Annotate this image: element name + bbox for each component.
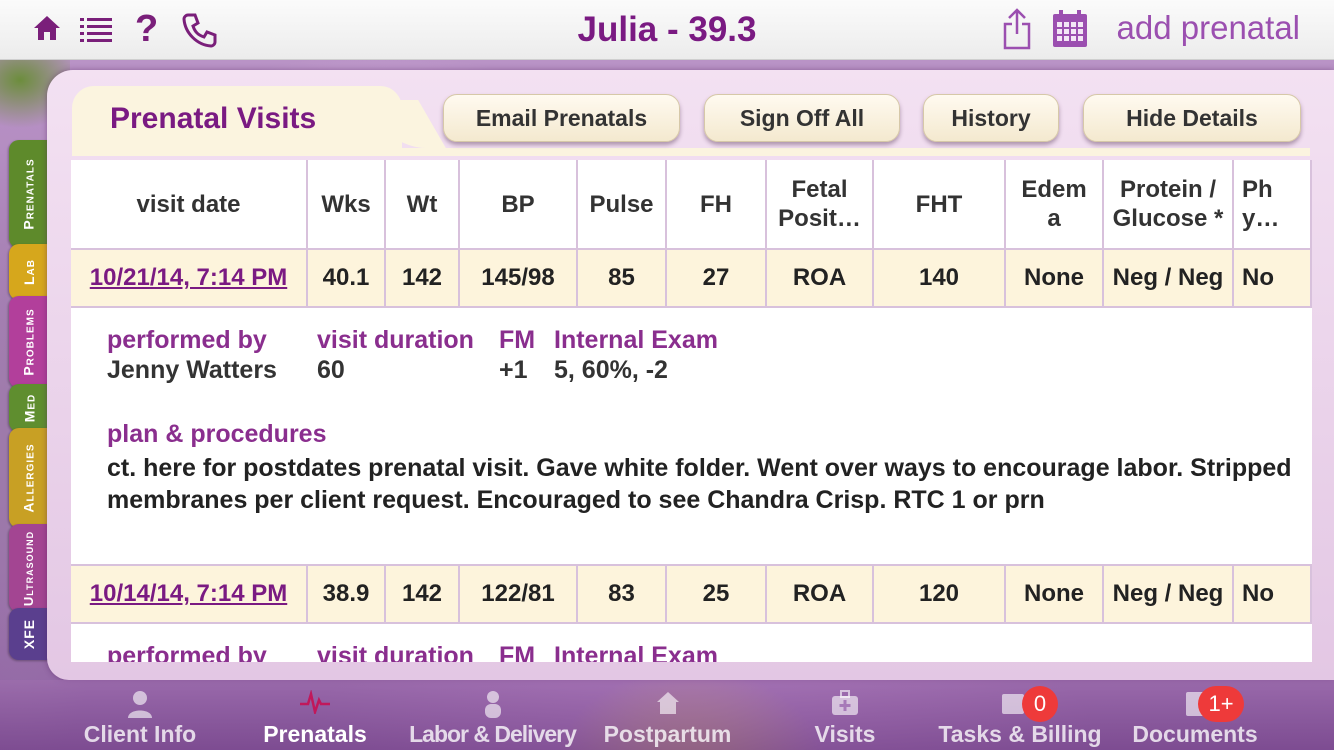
cell-fht: 120 xyxy=(874,566,1006,624)
internal-exam-label: Internal Exam xyxy=(554,642,718,662)
performed-by-label: performed by xyxy=(107,326,267,354)
performed-by-label: performed by xyxy=(107,642,267,662)
table-row[interactable]: 10/14/14, 7:14 PM 38.9 142 122/81 83 25 … xyxy=(71,566,1312,624)
cell-protein-glucose: Neg / Neg xyxy=(1104,250,1234,308)
tab-client-info[interactable]: Client Info xyxy=(70,680,210,750)
side-tab-med[interactable]: Med xyxy=(9,384,49,432)
tab-labor-delivery[interactable]: Labor & Delivery xyxy=(409,680,577,750)
cell-fh: 27 xyxy=(667,250,767,308)
side-tab-allergies[interactable]: Allergies xyxy=(9,428,49,528)
cell-pulse: 85 xyxy=(578,250,667,308)
column-header-wt[interactable]: Wt xyxy=(386,160,460,250)
visit-date-link[interactable]: 10/14/14, 7:14 PM xyxy=(71,566,308,624)
person-icon xyxy=(126,690,154,723)
house-icon xyxy=(655,690,681,721)
side-tab-prenatals[interactable]: Prenatals xyxy=(9,140,49,248)
tasks-count-badge: 0 xyxy=(1022,686,1058,722)
internal-exam-value: 5, 60%, -2 xyxy=(554,356,668,384)
documents-count-badge: 1+ xyxy=(1198,686,1244,722)
visit-duration-value: 60 xyxy=(317,356,345,384)
table-row[interactable]: 10/21/14, 7:14 PM 40.1 142 145/98 85 27 … xyxy=(71,250,1312,308)
visits-table[interactable]: visit date Wks Wt BP Pulse FH Fetal Posi… xyxy=(71,160,1312,662)
tab-tasks-billing[interactable]: Tasks & Billing xyxy=(938,680,1102,750)
column-header-protein-glucose[interactable]: Protein / Glucose * xyxy=(1104,160,1234,250)
column-header-fh[interactable]: FH xyxy=(667,160,767,250)
medical-kit-icon xyxy=(831,690,859,721)
cell-physical: No xyxy=(1234,566,1312,624)
visit-duration-label: visit duration xyxy=(317,326,474,354)
baby-icon xyxy=(480,690,506,723)
cell-wks: 40.1 xyxy=(308,250,386,308)
fm-value: +1 xyxy=(499,356,528,384)
tab-visits[interactable]: Visits xyxy=(790,680,900,750)
fm-label: FM xyxy=(499,326,536,354)
hide-details-button[interactable]: Hide Details xyxy=(1083,94,1301,142)
fm-label: FM xyxy=(499,642,536,662)
cell-wt: 142 xyxy=(386,250,460,308)
side-tab-xfe[interactable]: XFE xyxy=(9,608,49,660)
visit-detail: performed by Jenny Watters visit duratio… xyxy=(71,308,1312,566)
performed-by-value: Jenny Watters xyxy=(107,356,277,384)
top-bar: ? Julia - 39.3 add prenatal xyxy=(0,0,1334,60)
bottom-tab-bar: Client Info Prenatals Labor & Delivery P… xyxy=(0,680,1334,750)
visit-detail: performed by visit duration FM Internal … xyxy=(71,624,1312,662)
share-icon[interactable] xyxy=(1002,8,1032,55)
add-prenatal-button[interactable]: add prenatal xyxy=(1117,9,1300,47)
calendar-icon[interactable] xyxy=(1052,10,1088,53)
cell-protein-glucose: Neg / Neg xyxy=(1104,566,1234,624)
column-header-physical[interactable]: Ph y… xyxy=(1234,160,1312,250)
table-header-row: visit date Wks Wt BP Pulse FH Fetal Posi… xyxy=(71,160,1312,250)
heartbeat-icon xyxy=(300,689,330,719)
cell-fetal-position: ROA xyxy=(767,566,874,624)
cell-wt: 142 xyxy=(386,566,460,624)
cell-bp: 145/98 xyxy=(460,250,578,308)
sign-off-all-button[interactable]: Sign Off All xyxy=(704,94,900,142)
cell-pulse: 83 xyxy=(578,566,667,624)
tab-postpartum[interactable]: Postpartum xyxy=(595,680,740,750)
visit-date-link[interactable]: 10/21/14, 7:14 PM xyxy=(71,250,308,308)
cell-fetal-position: ROA xyxy=(767,250,874,308)
column-header-fetal-position[interactable]: Fetal Posit… xyxy=(767,160,874,250)
column-header-fht[interactable]: FHT xyxy=(874,160,1006,250)
column-header-edema[interactable]: Edem a xyxy=(1006,160,1104,250)
column-header-bp[interactable]: BP xyxy=(460,160,578,250)
section-divider xyxy=(72,148,1310,156)
cell-wks: 38.9 xyxy=(308,566,386,624)
cell-edema: None xyxy=(1006,250,1104,308)
plan-label: plan & procedures xyxy=(107,420,327,448)
column-header-pulse[interactable]: Pulse xyxy=(578,160,667,250)
cell-bp: 122/81 xyxy=(460,566,578,624)
tab-prenatals[interactable]: Prenatals xyxy=(250,680,380,750)
cell-fht: 140 xyxy=(874,250,1006,308)
email-prenatals-button[interactable]: Email Prenatals xyxy=(443,94,680,142)
visit-duration-label: visit duration xyxy=(317,642,474,662)
cell-edema: None xyxy=(1006,566,1104,624)
side-tab-lab[interactable]: Lab xyxy=(9,244,49,300)
section-title: Prenatal Visits xyxy=(110,102,317,135)
cell-fh: 25 xyxy=(667,566,767,624)
side-tab-ultrasound[interactable]: Ultrasound xyxy=(9,524,49,612)
history-button[interactable]: History xyxy=(923,94,1059,142)
column-header-visit-date[interactable]: visit date xyxy=(71,160,308,250)
cell-physical: No xyxy=(1234,250,1312,308)
side-tab-problems[interactable]: Problems xyxy=(9,296,49,388)
plan-text: ct. here for postdates prenatal visit. G… xyxy=(107,454,1292,514)
tab-documents[interactable]: Documents xyxy=(1125,680,1265,750)
column-header-wks[interactable]: Wks xyxy=(308,160,386,250)
internal-exam-label: Internal Exam xyxy=(554,326,718,354)
